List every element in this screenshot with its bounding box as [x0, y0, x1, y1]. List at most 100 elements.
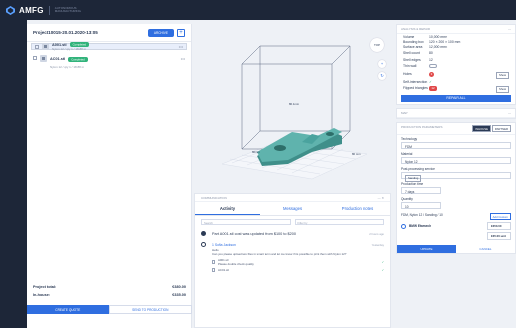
kv-key: Self-intersection: [403, 80, 428, 85]
kv-row: Self-intersection ✓: [397, 80, 515, 85]
vendor-name: BMW Etamech: [409, 224, 432, 229]
vendor-unit-price-row: €35.00 unit: [397, 232, 515, 242]
kv-row: Shell count 80: [397, 50, 515, 55]
card-header: MAP —: [397, 109, 515, 119]
card-header: PRODUCTION PARAMETERS INHOUSE PARTNER: [397, 123, 515, 136]
part-thumbnail-icon: [40, 54, 47, 62]
project-actions: CREATE QUOTE SEND TO PRODUCTION: [27, 305, 192, 314]
show-flipped-button[interactable]: Show: [496, 85, 509, 93]
message-event: 1 Sofia Jackson Yesterday: [195, 239, 390, 247]
attachment-note: Please double check quality: [218, 262, 254, 267]
kv-key: Holes: [403, 71, 412, 76]
repair-all-button[interactable]: REPAIR ALL: [401, 95, 511, 103]
total-value: €380.00: [172, 285, 186, 289]
material-select[interactable]: Nylon 12: [401, 157, 511, 165]
message-text: Hello Can you please upload two files in…: [212, 248, 347, 256]
send-to-production-button[interactable]: SEND TO PRODUCTION: [108, 305, 192, 314]
tab-production-notes[interactable]: Production notes: [325, 202, 390, 215]
message-body: Hello Can you please upload two files in…: [212, 248, 384, 273]
partner-toggle[interactable]: PARTNER: [491, 125, 511, 133]
message-icon: [201, 242, 206, 247]
communication-tabs: Activity Messages Production notes: [195, 202, 390, 216]
attachment[interactable]: AC01.stl ✓: [212, 268, 384, 273]
add-part-button[interactable]: +: [177, 28, 185, 37]
thin-wall-toggle[interactable]: [429, 63, 437, 68]
panel-window-controls[interactable]: — ✕: [378, 196, 384, 200]
cancel-button[interactable]: CANCEL: [456, 245, 515, 254]
viewer-canvas[interactable]: [192, 24, 392, 194]
total-label: In-house:: [33, 293, 51, 297]
kv-value: 12: [429, 58, 433, 63]
summary-row: FDM, Nylon 12 / Sanding / 10 Add Custom: [397, 210, 515, 221]
dimension-label: 80.1mm: [289, 102, 300, 106]
brand-logo-icon: [6, 5, 15, 15]
project-header: Project10015-20.01.2020-13:05 ARCHIVE +: [27, 24, 191, 42]
kv-row: Bounding box 120 × 200 × 100 mm: [397, 39, 515, 44]
kv-key: Volume: [403, 34, 415, 39]
production-actions: UPDATE CANCEL: [397, 245, 515, 254]
tab-activity[interactable]: Activity: [195, 202, 260, 215]
collapse-icon[interactable]: —: [508, 27, 511, 31]
total-row: In-house: €335.00: [27, 291, 192, 299]
collapse-icon[interactable]: —: [508, 111, 511, 115]
message-author[interactable]: 1 Sofia Jackson: [212, 243, 372, 247]
vendor-unit-price[interactable]: €35.00 unit: [487, 232, 511, 241]
brand-divider: [48, 5, 50, 15]
field-label: Material: [401, 152, 413, 157]
attachment[interactable]: A001.stl Please double check quality ✓: [212, 258, 384, 266]
create-quote-button[interactable]: CREATE QUOTE: [27, 305, 109, 314]
card-title: MAP: [401, 111, 408, 116]
inhouse-toggle[interactable]: INHOUSE: [472, 125, 492, 133]
kv-key: Thin wall: [403, 63, 417, 68]
total-row: Project total: €380.00: [27, 283, 192, 291]
project-totals: Project total: €380.00 In-house: €335.00: [27, 283, 192, 299]
quantity-input[interactable]: 10: [401, 202, 441, 210]
communication-header: COMMUNICATION — ✕: [195, 194, 390, 202]
vendor-radio[interactable]: [401, 223, 406, 229]
message-time: Yesterday: [371, 242, 384, 247]
map-card[interactable]: MAP —: [396, 108, 516, 120]
attachment-name: AC01.stl: [218, 268, 229, 273]
production-card: PRODUCTION PARAMETERS INHOUSE PARTNER Te…: [396, 122, 516, 255]
kv-value: 120 × 200 × 100 mm: [429, 40, 461, 45]
vendor-option[interactable]: BMW Etamech €350.00: [397, 220, 515, 232]
kv-key: Bounding box: [403, 40, 424, 45]
add-custom-button[interactable]: Add Custom: [489, 213, 511, 221]
show-holes-button[interactable]: Show: [496, 71, 509, 79]
update-button[interactable]: UPDATE: [397, 245, 456, 254]
field-label: Technology: [401, 137, 418, 142]
top-bar: AMFG AUTONOMOUS MANUFACTURING: [0, 0, 516, 20]
card-title: PRODUCTION PARAMETERS: [401, 125, 443, 130]
kv-key: Shell edges: [403, 58, 421, 63]
project-title: Project10015-20.01.2020-13:05: [33, 30, 98, 35]
rotate-button[interactable]: ↻: [378, 72, 386, 80]
part-thumbnail-icon: [42, 43, 49, 50]
event-time: 2 hours ago: [369, 231, 384, 236]
archive-button[interactable]: ARCHIVE: [147, 28, 174, 37]
brand-tagline: AUTONOMOUS MANUFACTURING: [54, 5, 81, 13]
model-viewer[interactable]: 80.1mm 80mm 80 mm TOP + ↻: [192, 24, 392, 194]
filter-select[interactable]: Filter by: [294, 219, 384, 225]
vendor-price[interactable]: €350.00: [487, 222, 511, 231]
part-name: AC01.stl: [50, 57, 66, 61]
kv-row: Volume 10,000 mm³: [397, 34, 515, 39]
status-badge: Completed: [68, 56, 88, 62]
kv-row: Surface area 12,000 mm²: [397, 45, 515, 50]
part-checkbox[interactable]: [35, 44, 39, 49]
part-row[interactable]: AC01.stl Completed Nylon 12 / qty 1 / 18.…: [27, 51, 191, 69]
tab-messages[interactable]: Messages: [260, 202, 325, 215]
view-cube-button[interactable]: TOP: [370, 38, 384, 52]
flipped-count-badge: 12: [429, 85, 437, 91]
zoom-in-button[interactable]: +: [378, 60, 386, 68]
production-time-select[interactable]: 7 days: [401, 187, 441, 195]
service-chip[interactable]: Sanding: [405, 174, 422, 182]
part-checkbox[interactable]: [33, 56, 37, 60]
kv-key: Flipped triangles: [403, 85, 428, 90]
check-icon: ✓: [381, 260, 384, 265]
kv-value: ✓: [429, 80, 432, 85]
search-input[interactable]: Search: [201, 219, 291, 225]
post-processing-select[interactable]: Sanding: [401, 172, 511, 182]
technology-select[interactable]: FDM: [401, 142, 511, 150]
more-icon[interactable]: •••: [181, 56, 185, 61]
part-name: A001.stl: [52, 42, 67, 47]
